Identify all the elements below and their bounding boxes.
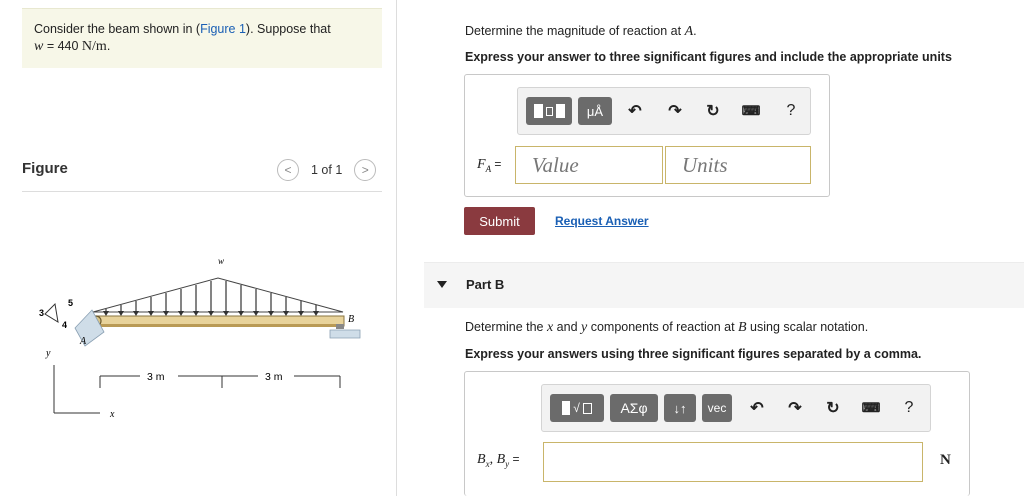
keyboard-icon[interactable]: ⌨ xyxy=(860,397,882,419)
beam-figure: w 5 3 4 A B 3 m 3 m y x xyxy=(39,256,361,420)
label-b: B xyxy=(348,314,354,325)
templates-icon xyxy=(533,104,565,118)
figure-pager: < 1 of 1 > xyxy=(277,159,377,181)
fa-label: FA = xyxy=(477,157,502,174)
pager-count: 1 of 1 xyxy=(311,163,343,177)
figure-link[interactable]: Figure 1 xyxy=(200,22,246,36)
part-b-header[interactable] xyxy=(424,262,1024,308)
divider xyxy=(22,191,382,192)
help-icon[interactable]: ? xyxy=(898,397,920,419)
label-a: A xyxy=(79,336,87,347)
part-b-toolbar: √ ΑΣφ ↓↑ vec ↶ ↷ ↻ ⌨ ? xyxy=(541,384,931,432)
support-b xyxy=(336,324,344,329)
submit-button[interactable]: Submit xyxy=(464,207,535,235)
redo-icon[interactable]: ↷ xyxy=(664,100,686,122)
undo-icon[interactable]: ↶ xyxy=(746,397,768,419)
undo-icon[interactable]: ↶ xyxy=(624,100,646,122)
prev-figure-button[interactable]: < xyxy=(277,159,299,181)
bxby-label: Bx, By = xyxy=(477,452,520,469)
slope-label-5: 5 xyxy=(68,298,73,308)
column-divider xyxy=(396,0,397,496)
unit-label: N xyxy=(940,452,951,468)
keyboard-icon[interactable]: ⌨ xyxy=(740,100,762,122)
dim-label-1: 3 m xyxy=(147,371,165,383)
slope-triangle xyxy=(44,302,59,324)
templates-icon: √ xyxy=(562,401,592,415)
redo-icon[interactable]: ↷ xyxy=(784,397,806,419)
load-outline xyxy=(92,277,344,313)
load-arrowheads xyxy=(103,311,319,316)
dim-label-2: 3 m xyxy=(265,371,283,383)
part-a-instructions: Express your answer to three significant… xyxy=(465,50,952,64)
templates-button[interactable]: √ xyxy=(550,394,604,422)
greek-symbols-button[interactable]: ΑΣφ xyxy=(610,394,658,422)
part-b-answer-panel: √ ΑΣφ ↓↑ vec ↶ ↷ ↻ ⌨ ? Bx, By = xyxy=(464,371,970,496)
w-label: w xyxy=(218,256,224,266)
next-figure-button[interactable]: > xyxy=(354,159,377,181)
units-button[interactable]: μÅ xyxy=(578,97,612,125)
help-icon[interactable]: ? xyxy=(780,100,802,122)
part-a-toolbar: μÅ ↶ ↷ ↻ ⌨ ? xyxy=(517,87,811,135)
load-arrows xyxy=(105,281,317,314)
vec-button[interactable]: vec xyxy=(702,394,732,422)
figure-heading: Figure xyxy=(22,160,68,177)
part-b-title[interactable]: Part B xyxy=(466,277,504,292)
slope-label-4: 4 xyxy=(62,320,67,330)
bxby-input[interactable] xyxy=(543,442,923,482)
problem-statement: Consider the beam shown in (Figure 1). S… xyxy=(22,8,382,68)
request-answer-link[interactable]: Request Answer xyxy=(555,214,649,228)
value-input[interactable]: Value xyxy=(515,146,663,184)
templates-button[interactable] xyxy=(526,97,572,125)
beam-shade xyxy=(94,324,344,327)
units-input[interactable]: Units xyxy=(665,146,811,184)
w-equation: w = 440 N/m xyxy=(34,39,107,54)
collapse-arrow-icon[interactable] xyxy=(437,281,447,288)
support-b-surface xyxy=(329,329,361,339)
reset-icon[interactable]: ↻ xyxy=(822,397,844,419)
reset-icon[interactable]: ↻ xyxy=(702,100,724,122)
part-b-question: Determine the x and y components of reac… xyxy=(465,320,869,335)
axis-y-label: y xyxy=(45,348,51,359)
part-a-answer-panel: μÅ ↶ ↷ ↻ ⌨ ? FA = Value Units xyxy=(464,74,830,197)
arrows-button[interactable]: ↓↑ xyxy=(664,394,696,422)
slope-label-3: 3 xyxy=(39,308,44,318)
part-b-instructions: Express your answers using three signifi… xyxy=(465,347,922,361)
axis-x-label: x xyxy=(109,409,115,420)
part-a-question: Determine the magnitude of reaction at A… xyxy=(465,24,697,39)
